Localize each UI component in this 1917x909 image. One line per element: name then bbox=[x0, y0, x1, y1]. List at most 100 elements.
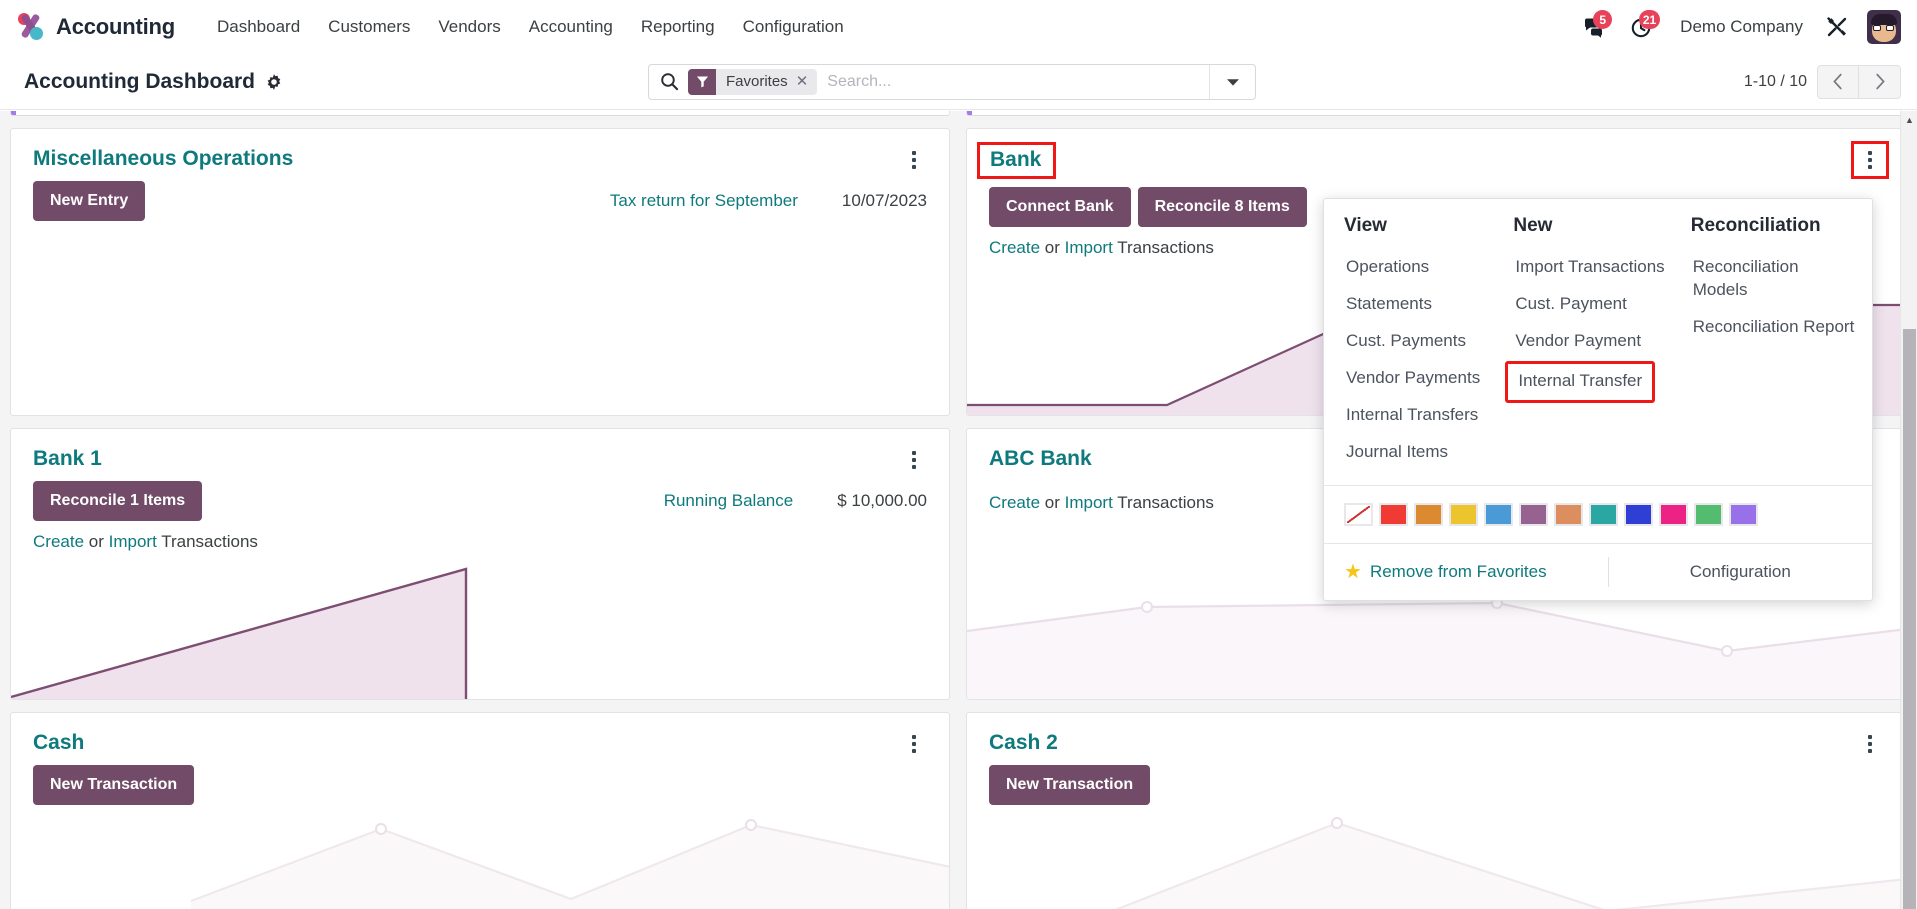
color-swatch-no-color[interactable] bbox=[1344, 502, 1373, 526]
new-transaction-button[interactable]: New Transaction bbox=[33, 765, 195, 805]
search-icon bbox=[649, 72, 688, 91]
card-title-miscellaneous-operations[interactable]: Miscellaneous Operations bbox=[33, 147, 293, 171]
search-input[interactable] bbox=[827, 72, 1209, 91]
dropdown-item-vendor-payment[interactable]: Vendor Payment bbox=[1513, 323, 1674, 360]
running-balance-link[interactable]: Running Balance bbox=[664, 491, 793, 511]
dropdown-header-new: New bbox=[1513, 215, 1553, 236]
page-title: Accounting Dashboard bbox=[24, 69, 256, 93]
dropdown-item-reconciliation-report[interactable]: Reconciliation Report bbox=[1691, 309, 1864, 346]
tax-return-link[interactable]: Tax return for September bbox=[610, 191, 798, 211]
menu-item-accounting[interactable]: Accounting bbox=[515, 11, 627, 43]
dropdown-item-internal-transfer[interactable]: Internal Transfer bbox=[1505, 360, 1656, 403]
scroll-up-arrow-icon[interactable]: ▲ bbox=[1901, 111, 1917, 128]
dropdown-item-statements[interactable]: Statements bbox=[1344, 286, 1497, 323]
connect-bank-button[interactable]: Connect Bank bbox=[989, 187, 1131, 227]
card-actions-row: New Entry Tax return for September 10/07… bbox=[11, 173, 949, 221]
kebab-menu-icon[interactable] bbox=[901, 731, 927, 757]
dropdown-item-import-transactions[interactable]: Import Transactions bbox=[1513, 249, 1674, 286]
gear-icon[interactable] bbox=[265, 73, 283, 91]
card-title-bank[interactable]: Bank bbox=[977, 142, 1057, 179]
dropdown-item-internal-transfers[interactable]: Internal Transfers bbox=[1344, 397, 1497, 434]
color-swatch-purple[interactable] bbox=[1519, 502, 1548, 526]
vertical-scrollbar[interactable]: ▲ bbox=[1900, 111, 1917, 909]
user-avatar[interactable] bbox=[1867, 10, 1901, 44]
facet-body: Favorites ✕ bbox=[716, 68, 818, 95]
color-swatch-green[interactable] bbox=[1694, 502, 1723, 526]
color-swatch-orange[interactable] bbox=[1414, 502, 1443, 526]
dropdown-item-cust-payment[interactable]: Cust. Payment bbox=[1513, 286, 1674, 323]
create-link[interactable]: Create bbox=[989, 238, 1040, 257]
dropdown-item-reconciliation-models[interactable]: Reconciliation Models bbox=[1691, 249, 1864, 309]
menu-item-configuration[interactable]: Configuration bbox=[729, 11, 858, 43]
dropdown-item-operations[interactable]: Operations bbox=[1344, 249, 1497, 286]
messages-button[interactable]: 5 bbox=[1572, 7, 1616, 47]
dropdown-column-reconciliation: Reconciliation Reconciliation Models Rec… bbox=[1683, 215, 1872, 471]
kebab-menu-icon[interactable] bbox=[1851, 141, 1889, 179]
color-swatch-violet[interactable] bbox=[1729, 502, 1758, 526]
menu-item-vendors[interactable]: Vendors bbox=[424, 11, 514, 43]
reconcile-1-items-button[interactable]: Reconcile 1 Items bbox=[33, 481, 203, 521]
color-swatch-blue[interactable] bbox=[1624, 502, 1653, 526]
color-swatch-teal[interactable] bbox=[1589, 502, 1618, 526]
create-link[interactable]: Create bbox=[33, 532, 84, 551]
journal-dropdown-menu: View Operations Statements Cust. Payment… bbox=[1323, 198, 1873, 601]
company-switcher[interactable]: Demo Company bbox=[1668, 17, 1815, 37]
kebab-menu-icon[interactable] bbox=[901, 447, 927, 473]
odoo-logo-icon[interactable] bbox=[14, 10, 48, 44]
card-header: Bank 1 bbox=[11, 429, 949, 473]
import-link[interactable]: Import bbox=[1065, 493, 1113, 512]
card-title-cash[interactable]: Cash bbox=[33, 731, 84, 755]
card-header: Bank bbox=[967, 129, 1905, 179]
configuration-button[interactable]: Configuration bbox=[1609, 562, 1873, 582]
developer-tools-button[interactable] bbox=[1819, 9, 1855, 45]
card-header: Cash bbox=[11, 713, 949, 757]
kebab-menu-icon[interactable] bbox=[1857, 731, 1883, 757]
star-icon: ★ bbox=[1344, 560, 1362, 583]
facet-remove-icon[interactable]: ✕ bbox=[796, 74, 809, 89]
app-brand-name[interactable]: Accounting bbox=[56, 14, 175, 40]
main-menu: Dashboard Customers Vendors Accounting R… bbox=[203, 11, 858, 43]
dropdown-column-view: View Operations Statements Cust. Payment… bbox=[1324, 215, 1505, 471]
card-title-abc-bank[interactable]: ABC Bank bbox=[989, 447, 1092, 471]
color-swatch-yellow[interactable] bbox=[1449, 502, 1478, 526]
search-dropdown-toggle[interactable] bbox=[1209, 64, 1255, 99]
dropdown-item-vendor-payments[interactable]: Vendor Payments bbox=[1344, 360, 1497, 397]
transactions-text: Transactions bbox=[1117, 238, 1214, 257]
new-transaction-button[interactable]: New Transaction bbox=[989, 765, 1151, 805]
color-swatch-magenta[interactable] bbox=[1659, 502, 1688, 526]
reconcile-8-items-button[interactable]: Reconcile 8 Items bbox=[1137, 187, 1307, 227]
color-swatch-light-blue[interactable] bbox=[1484, 502, 1513, 526]
navbar-right-section: 5 21 Demo Company bbox=[1572, 7, 1901, 47]
tools-icon bbox=[1827, 17, 1847, 37]
card-kpi-block: Running Balance $ 10,000.00 bbox=[664, 481, 927, 511]
scrollbar-thumb[interactable] bbox=[1903, 329, 1916, 909]
menu-item-dashboard[interactable]: Dashboard bbox=[203, 11, 314, 43]
create-link[interactable]: Create bbox=[989, 493, 1040, 512]
color-swatch-red[interactable] bbox=[1379, 502, 1408, 526]
transactions-text: Transactions bbox=[1117, 493, 1214, 512]
remove-from-favorites-button[interactable]: ★ Remove from Favorites bbox=[1324, 562, 1608, 582]
or-text: or bbox=[1044, 493, 1060, 512]
new-entry-button[interactable]: New Entry bbox=[33, 181, 146, 221]
dropdown-item-cust-payments[interactable]: Cust. Payments bbox=[1344, 323, 1497, 360]
import-link[interactable]: Import bbox=[109, 532, 157, 551]
kebab-menu-icon[interactable] bbox=[901, 147, 927, 173]
dropdown-item-journal-items[interactable]: Journal Items bbox=[1344, 434, 1497, 471]
pager-next-button[interactable] bbox=[1859, 64, 1901, 99]
card-title-bank-1[interactable]: Bank 1 bbox=[33, 447, 102, 471]
remove-from-favorites-label: Remove from Favorites bbox=[1369, 561, 1547, 581]
dropdown-header-reconciliation: Reconciliation bbox=[1690, 215, 1821, 236]
menu-item-customers[interactable]: Customers bbox=[314, 11, 424, 43]
or-text: or bbox=[88, 532, 104, 551]
color-swatch-salmon[interactable] bbox=[1554, 502, 1583, 526]
activities-button[interactable]: 21 bbox=[1620, 7, 1664, 47]
dropdown-column-new: New Import Transactions Cust. Payment Ve… bbox=[1505, 215, 1682, 471]
pager-previous-button[interactable] bbox=[1817, 64, 1859, 99]
menu-item-reporting[interactable]: Reporting bbox=[627, 11, 729, 43]
tax-return-date: 10/07/2023 bbox=[841, 191, 927, 210]
dropdown-header-view: View bbox=[1344, 215, 1387, 236]
search-facet-favorites[interactable]: Favorites ✕ bbox=[688, 68, 818, 95]
card-header: Cash 2 bbox=[967, 713, 1905, 757]
import-link[interactable]: Import bbox=[1065, 238, 1113, 257]
card-title-cash-2[interactable]: Cash 2 bbox=[989, 731, 1058, 755]
